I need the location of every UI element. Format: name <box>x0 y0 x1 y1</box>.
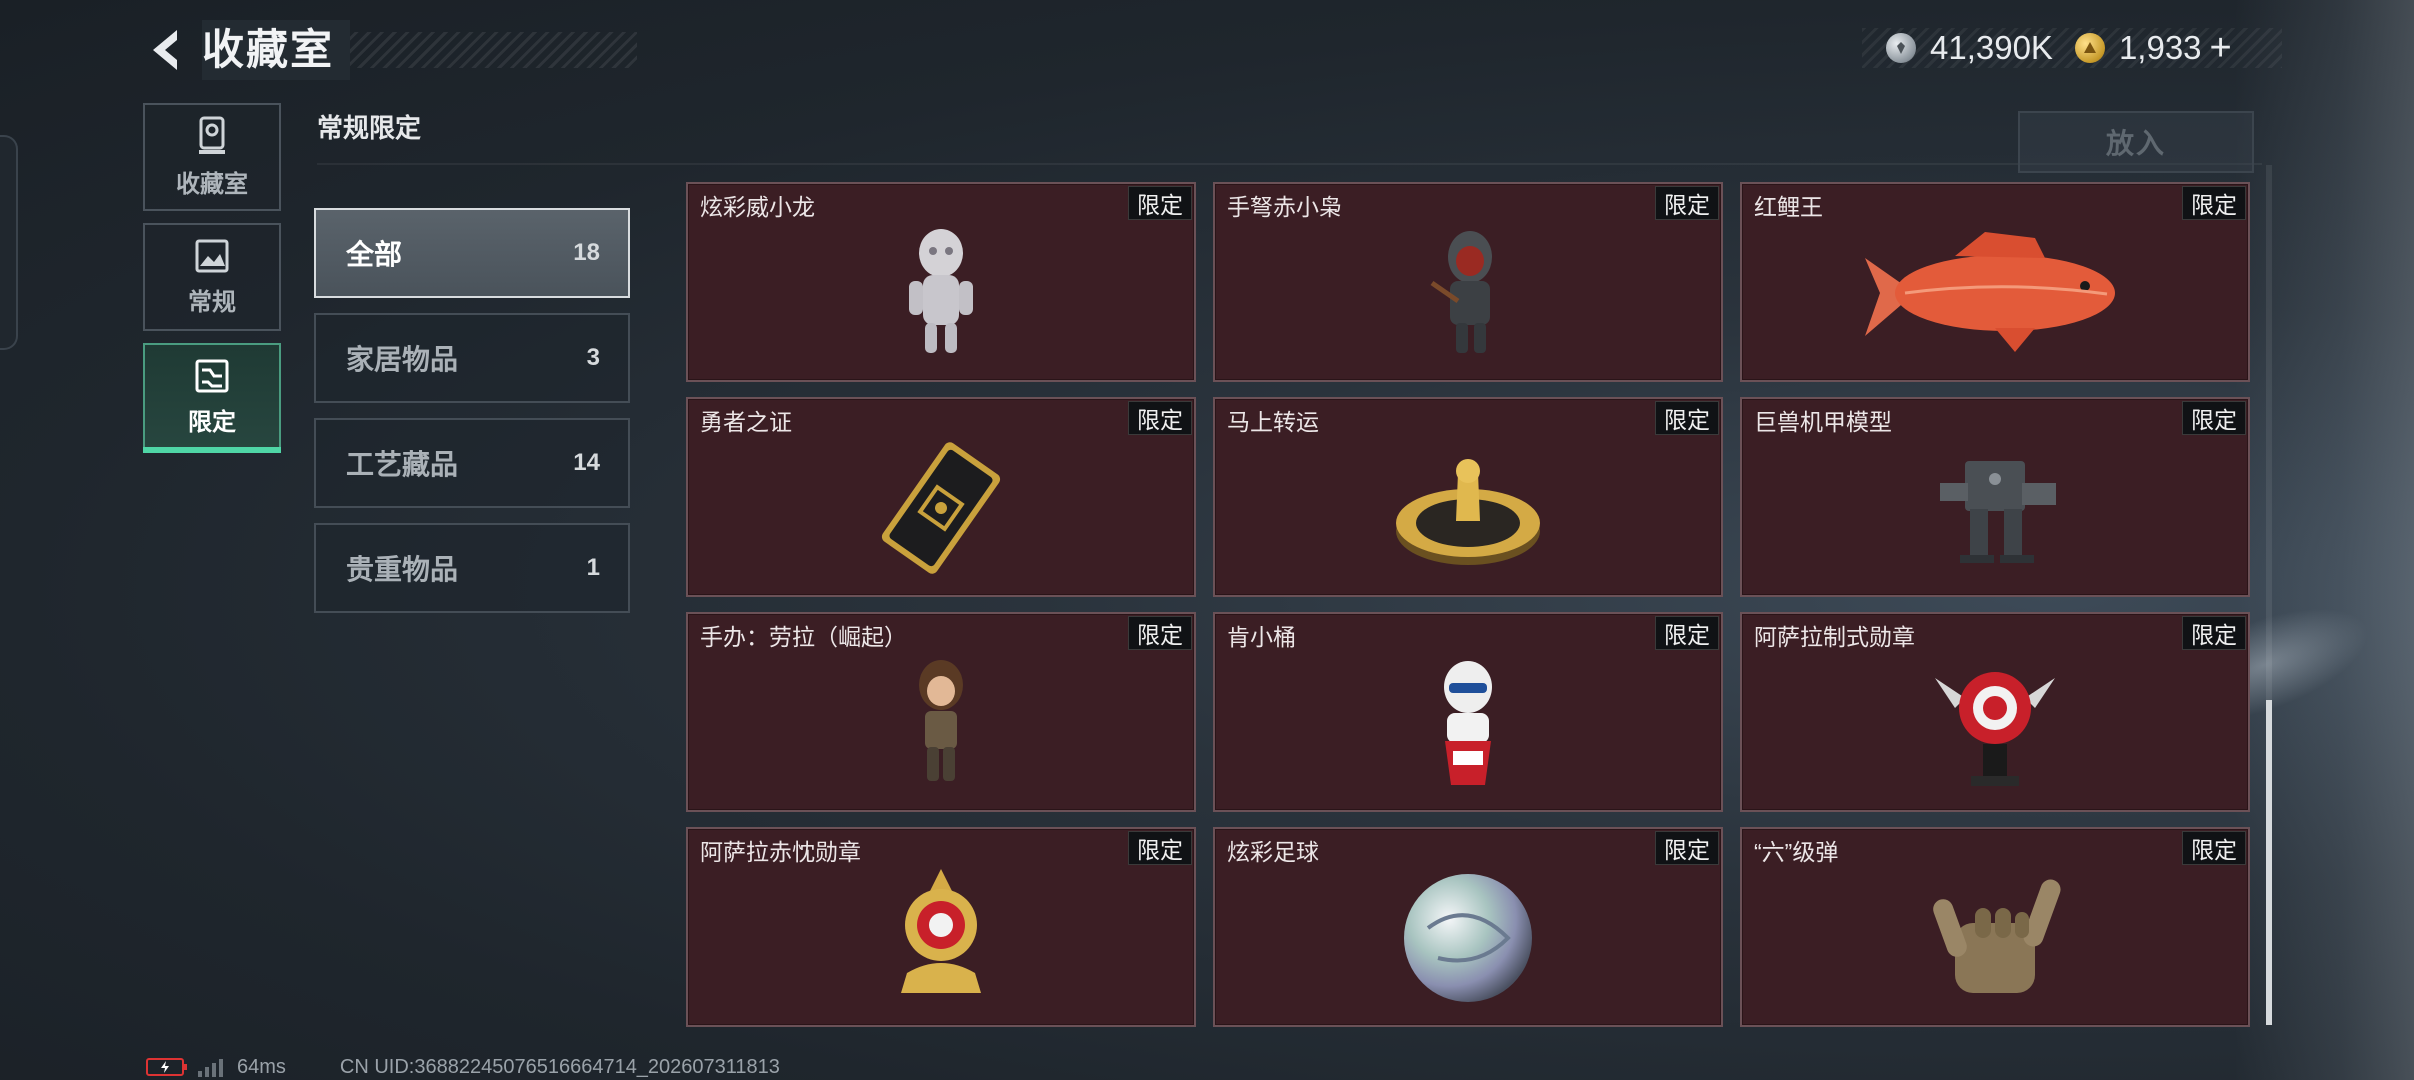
chevron-left-icon <box>153 30 177 70</box>
put-in-button[interactable]: 放入 <box>2018 111 2254 173</box>
section-title: 常规限定 <box>317 113 422 143</box>
hand-gesture-icon <box>1742 855 2248 1021</box>
item-card[interactable]: 炫彩足球 限定 <box>1213 827 1723 1027</box>
category-valuables[interactable]: 贵重物品 1 <box>314 523 630 613</box>
nav-item-collection-room[interactable]: 收藏室 <box>143 103 281 211</box>
title-area: 收藏室 <box>202 20 637 80</box>
picture-icon <box>195 239 229 272</box>
divider <box>317 163 2262 165</box>
currency-bar: 41,390K 1,933 + <box>1862 27 2282 70</box>
item-card[interactable]: 手办：劳拉（崛起） 限定 <box>686 612 1196 812</box>
category-count: 3 <box>586 344 600 371</box>
edge-handle[interactable] <box>0 135 18 350</box>
ping-value: 64ms <box>237 1055 286 1078</box>
item-card[interactable]: 手弩赤小枭 限定 <box>1213 182 1723 382</box>
item-grid: 炫彩威小龙 限定 手弩赤小枭 限定 红鲤王 限定 勇者之证 限定 马上转运 限定… <box>686 182 2250 1027</box>
user-uid: CN UID:36882245076516664714_202607311813 <box>339 1055 780 1078</box>
red-medal-icon <box>1742 640 2248 806</box>
header: 收藏室 <box>140 20 637 80</box>
gold-currency-value: 1,933 <box>2118 29 2202 66</box>
category-all[interactable]: 全部 18 <box>314 208 630 298</box>
category-home[interactable]: 家居物品 3 <box>314 313 630 403</box>
left-nav: 收藏室 常规 限定 <box>143 103 281 463</box>
item-card[interactable]: 马上转运 限定 <box>1213 397 1723 597</box>
category-label: 家居物品 <box>346 344 459 375</box>
silver-coin-icon <box>1886 33 1916 63</box>
nav-item-regular[interactable]: 常规 <box>143 223 281 331</box>
category-count: 1 <box>586 554 600 581</box>
signal-bars-icon <box>198 1057 223 1077</box>
item-card[interactable]: 阿萨拉制式勋章 限定 <box>1740 612 2250 812</box>
gold-coin-icon <box>2074 33 2105 63</box>
grid-scrollbar[interactable] <box>2266 165 2272 1025</box>
trophy-icon <box>199 116 225 154</box>
dragon-figure-icon <box>688 210 1194 376</box>
background-light-streak <box>2234 0 2414 1080</box>
item-card[interactable]: 红鲤王 限定 <box>1740 182 2250 382</box>
item-card[interactable]: 肯小桶 限定 <box>1213 612 1723 812</box>
back-button[interactable] <box>140 20 190 80</box>
gold-medal-icon <box>688 855 1194 1021</box>
add-currency-button[interactable]: + <box>2210 27 2232 70</box>
mech-model-icon <box>1742 425 2248 591</box>
red-carp-icon <box>1742 210 2248 376</box>
status-footer: 64ms CN UID:36882245076516664714_2026073… <box>146 1055 780 1078</box>
hooded-figure-icon <box>1215 210 1721 376</box>
lara-figure-icon <box>688 640 1194 806</box>
category-label: 全部 <box>346 239 403 270</box>
battery-low-icon <box>146 1058 187 1076</box>
nav-label: 常规 <box>188 288 236 316</box>
silver-currency-value: 41,390K <box>1930 29 2053 66</box>
limited-icon <box>195 359 229 392</box>
golden-spinner-icon <box>1215 425 1721 591</box>
nav-label: 收藏室 <box>176 170 248 198</box>
category-label: 贵重物品 <box>346 554 459 585</box>
page-title: 收藏室 <box>202 20 351 80</box>
item-card[interactable]: 炫彩威小龙 限定 <box>686 182 1196 382</box>
nav-label: 限定 <box>188 408 236 436</box>
nav-item-limited[interactable]: 限定 <box>143 343 281 453</box>
category-label: 工艺藏品 <box>346 449 459 480</box>
item-card[interactable]: 勇者之证 限定 <box>686 397 1196 597</box>
item-card[interactable]: 巨兽机甲模型 限定 <box>1740 397 2250 597</box>
item-card[interactable]: 阿萨拉赤忱勋章 限定 <box>686 827 1196 1027</box>
category-count: 18 <box>573 239 600 266</box>
category-count: 14 <box>573 449 600 476</box>
category-crafts[interactable]: 工艺藏品 14 <box>314 418 630 508</box>
gold-card-icon <box>688 425 1194 591</box>
item-card[interactable]: “六”级弹 限定 <box>1740 827 2250 1027</box>
iridescent-ball-icon <box>1215 855 1721 1021</box>
kfc-figure-icon <box>1215 640 1721 806</box>
scrollbar-thumb[interactable] <box>2266 700 2272 1025</box>
category-list: 全部 18 家居物品 3 工艺藏品 14 贵重物品 1 <box>314 208 630 628</box>
